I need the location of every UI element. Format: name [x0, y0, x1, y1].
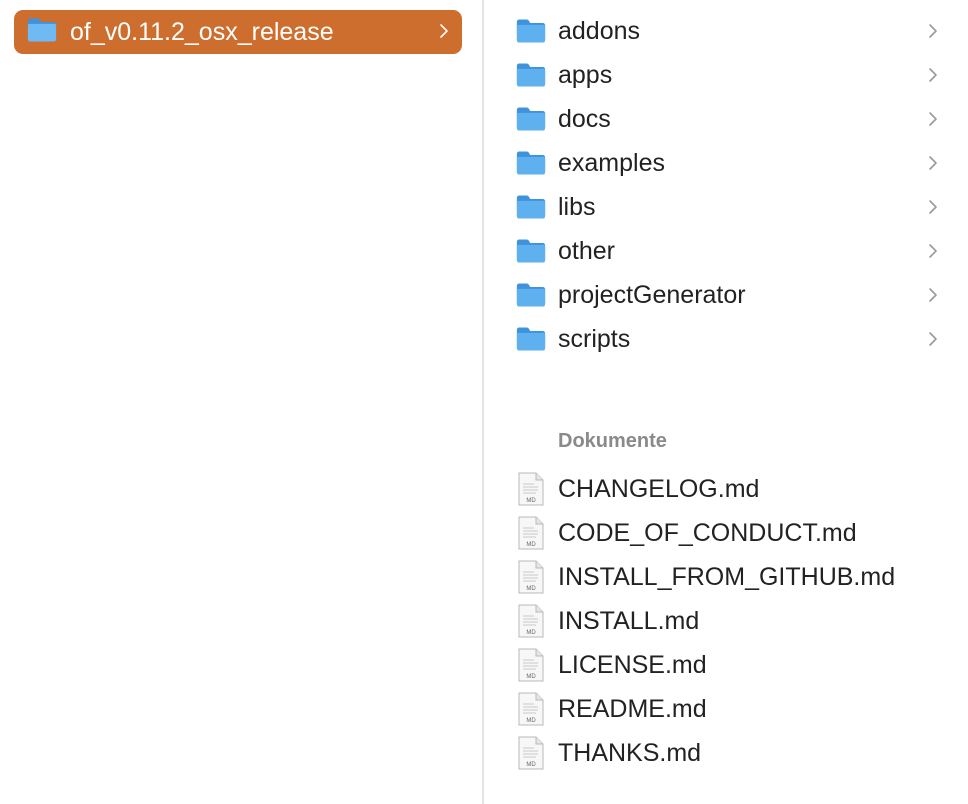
folder-icon: [514, 280, 548, 310]
chevron-right-icon: [439, 23, 449, 44]
folder-row-addons[interactable]: addons: [514, 9, 948, 53]
chevron-right-icon: [928, 67, 938, 88]
folder-row-libs[interactable]: libs: [514, 185, 948, 229]
folder-icon: [514, 324, 548, 354]
folder-icon: [514, 16, 548, 46]
folder-icon: [514, 60, 548, 90]
file-label: THANKS.md: [558, 738, 702, 767]
file-label: LICENSE.md: [558, 650, 707, 679]
markdown-file-icon: MD: [514, 516, 548, 550]
folder-icon: [27, 17, 57, 48]
file-row-LICENSE.md[interactable]: MD LICENSE.md: [514, 643, 948, 687]
chevron-right-icon: [928, 111, 938, 132]
file-row-CODE_OF_CONDUCT.md[interactable]: MD CODE_OF_CONDUCT.md: [514, 511, 948, 555]
file-row-README.md[interactable]: MD README.md: [514, 687, 948, 731]
folder-icon: [514, 192, 548, 222]
svg-text:MD: MD: [526, 542, 536, 548]
folder-row-scripts[interactable]: scripts: [514, 317, 948, 361]
svg-text:MD: MD: [526, 630, 536, 636]
file-row-INSTALL_FROM_GITHUB.md[interactable]: MD INSTALL_FROM_GITHUB.md: [514, 555, 948, 599]
svg-text:MD: MD: [526, 674, 536, 680]
markdown-file-icon: MD: [514, 692, 548, 726]
selected-folder-label: of_v0.11.2_osx_release: [70, 17, 334, 46]
file-row-THANKS.md[interactable]: MD THANKS.md: [514, 731, 948, 775]
chevron-right-icon: [928, 287, 938, 308]
folder-icon: [514, 236, 548, 266]
file-label: README.md: [558, 694, 707, 723]
left-column: of_v0.11.2_osx_release: [0, 0, 482, 804]
svg-text:MD: MD: [526, 762, 536, 768]
folder-icon: [514, 148, 548, 178]
folder-row-examples[interactable]: examples: [514, 141, 948, 185]
folder-label: docs: [558, 104, 611, 133]
file-row-INSTALL.md[interactable]: MD INSTALL.md: [514, 599, 948, 643]
svg-text:MD: MD: [526, 718, 536, 724]
folder-row-docs[interactable]: docs: [514, 97, 948, 141]
chevron-right-icon: [928, 243, 938, 264]
folder-label: other: [558, 236, 615, 265]
folder-label: examples: [558, 148, 665, 177]
file-label: INSTALL_FROM_GITHUB.md: [558, 562, 896, 591]
svg-text:MD: MD: [526, 586, 536, 592]
folder-label: libs: [558, 192, 596, 221]
folder-label: apps: [558, 60, 613, 89]
right-column: Dokumente addons apps docs examples libs othe…: [484, 0, 968, 804]
markdown-file-icon: MD: [514, 604, 548, 638]
chevron-right-icon: [928, 155, 938, 176]
folder-row-apps[interactable]: apps: [514, 53, 948, 97]
selected-folder-row[interactable]: of_v0.11.2_osx_release: [14, 10, 462, 54]
documents-section-header: Dokumente: [558, 430, 667, 452]
folder-label: scripts: [558, 324, 631, 353]
folder-row-projectGenerator[interactable]: projectGenerator: [514, 273, 948, 317]
file-label: INSTALL.md: [558, 606, 700, 635]
file-label: CODE_OF_CONDUCT.md: [558, 518, 857, 547]
markdown-file-icon: MD: [514, 472, 548, 506]
file-row-CHANGELOG.md[interactable]: MD CHANGELOG.md: [514, 467, 948, 511]
chevron-right-icon: [928, 23, 938, 44]
markdown-file-icon: MD: [514, 560, 548, 594]
chevron-right-icon: [928, 331, 938, 352]
folder-label: addons: [558, 16, 641, 45]
folder-row-other[interactable]: other: [514, 229, 948, 273]
file-label: CHANGELOG.md: [558, 474, 760, 503]
svg-text:MD: MD: [526, 498, 536, 504]
markdown-file-icon: MD: [514, 736, 548, 770]
folder-icon: [514, 104, 548, 134]
chevron-right-icon: [928, 199, 938, 220]
markdown-file-icon: MD: [514, 648, 548, 682]
folder-label: projectGenerator: [558, 280, 746, 309]
finder-column-view: of_v0.11.2_osx_release Dokumente addons a…: [0, 0, 968, 804]
